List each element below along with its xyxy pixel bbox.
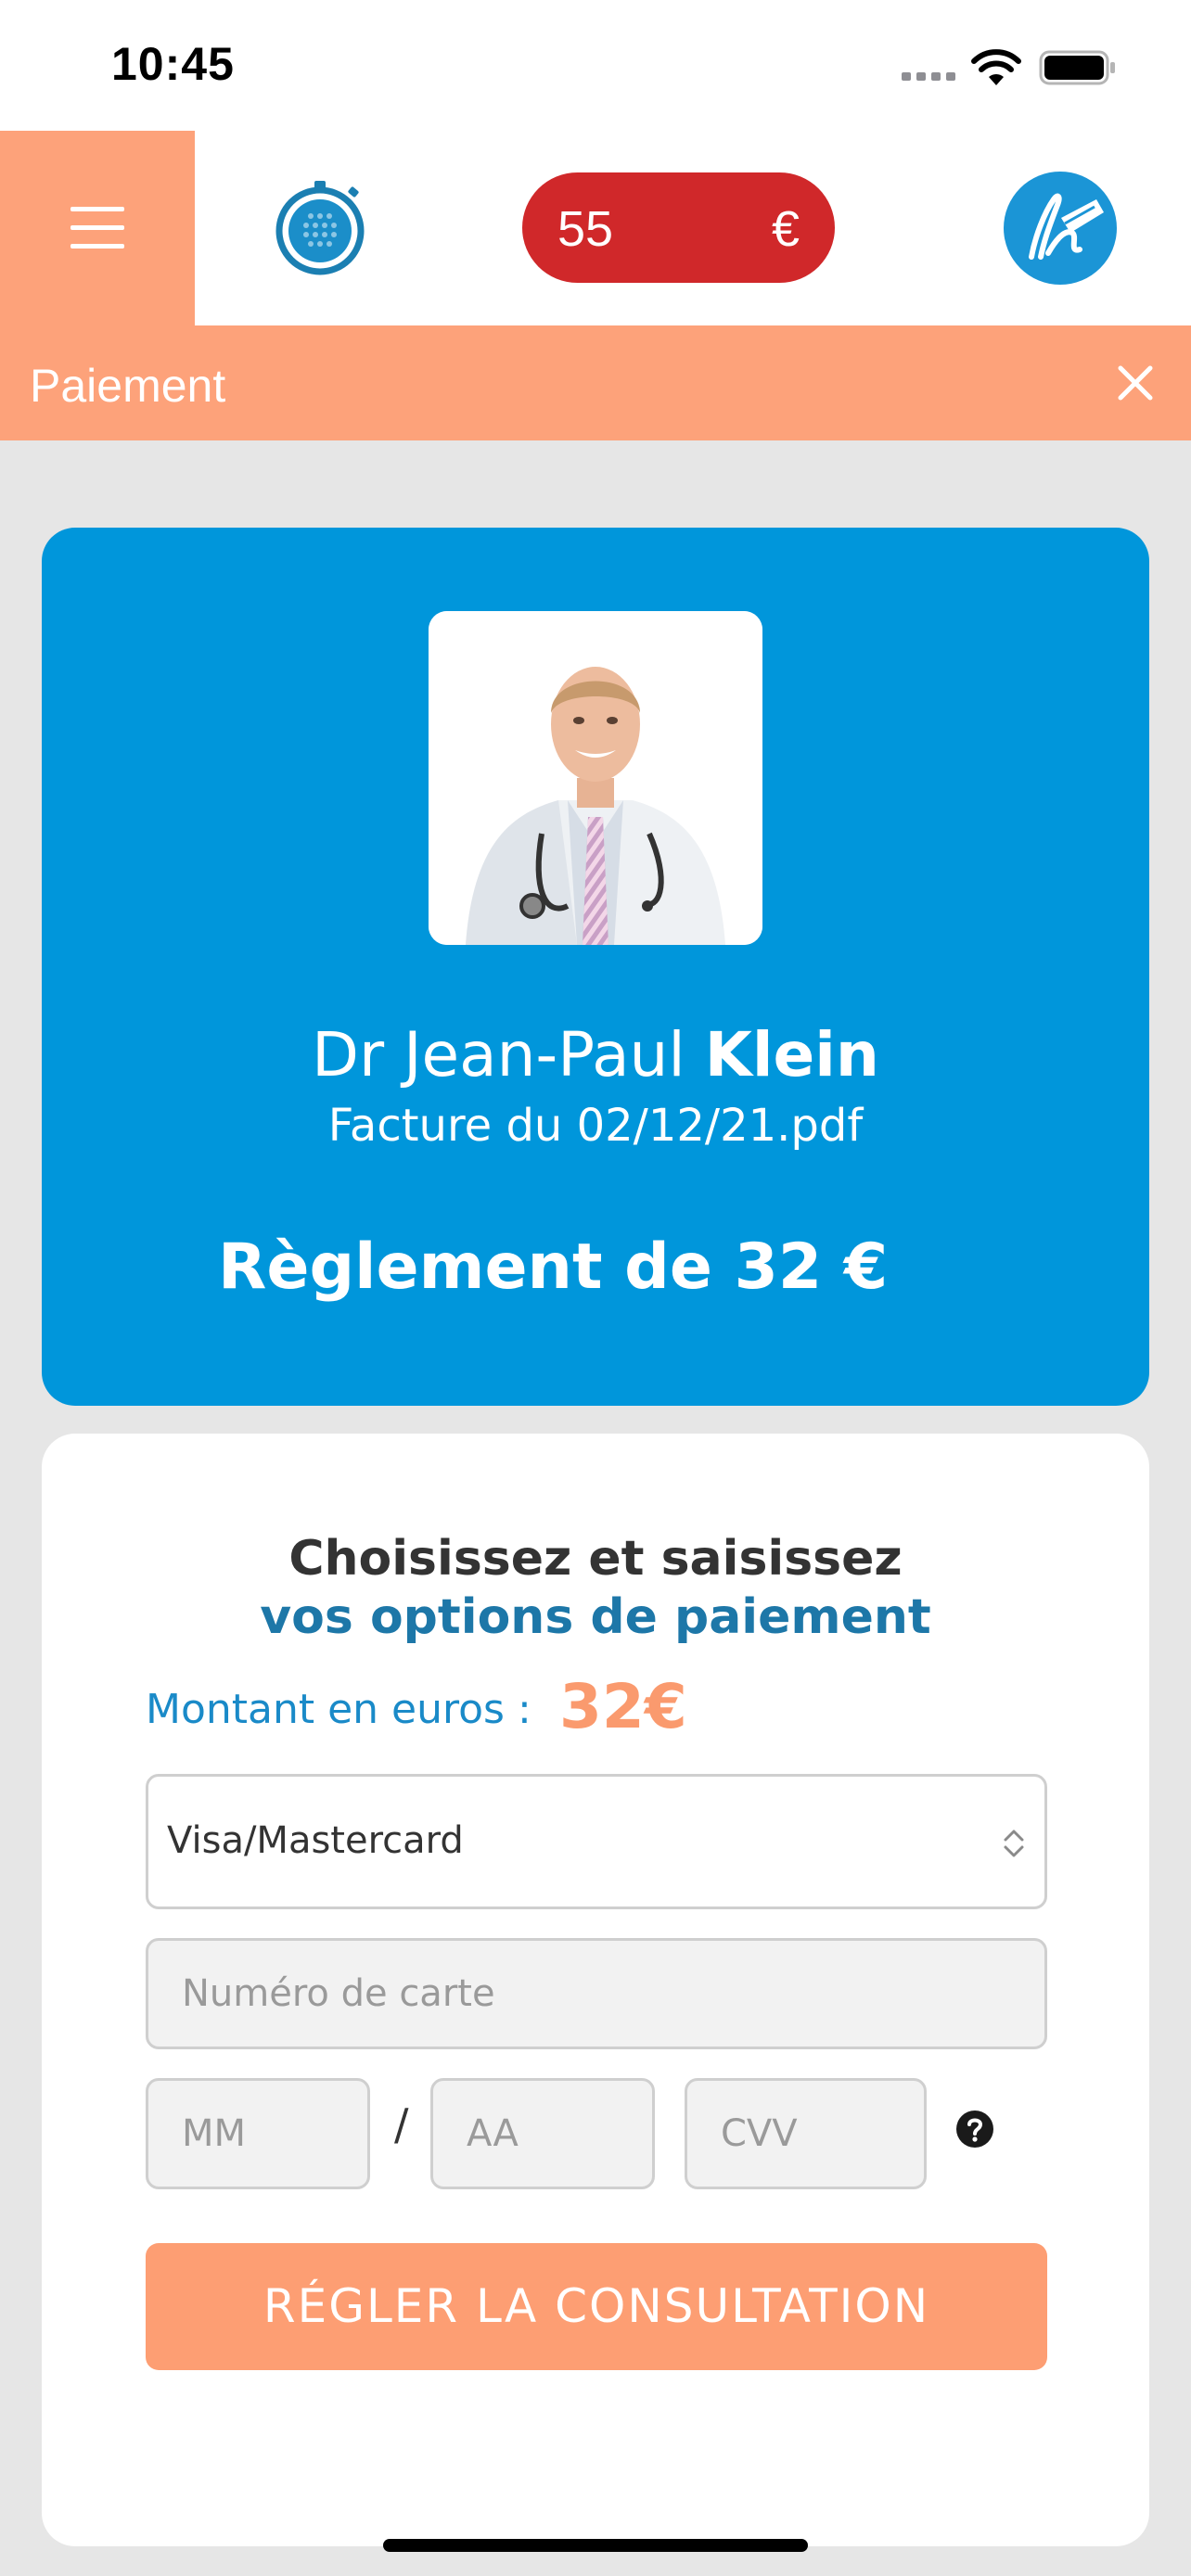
balance-amount: 55 bbox=[557, 201, 614, 257]
doctor-name: Dr Jean-Paul Klein bbox=[42, 1019, 1149, 1090]
doctor-avatar bbox=[429, 611, 762, 945]
home-indicator[interactable] bbox=[383, 2539, 808, 2552]
question-help-icon[interactable] bbox=[955, 2110, 994, 2149]
page-title: Paiement bbox=[30, 360, 226, 412]
signature-logo-icon[interactable] bbox=[1004, 172, 1117, 285]
close-icon[interactable] bbox=[1109, 357, 1161, 409]
balance-currency: € bbox=[771, 201, 800, 257]
doctor-last-name: Klein bbox=[704, 1019, 879, 1090]
cvv-input[interactable]: CVV bbox=[685, 2078, 927, 2189]
card-number-input[interactable]: Numéro de carte bbox=[146, 1938, 1047, 2049]
amount-label: Montant en euros : bbox=[146, 1686, 531, 1733]
card-type-value: Visa/Mastercard bbox=[167, 1819, 464, 1862]
expiry-month-input[interactable]: MM bbox=[146, 2078, 370, 2189]
stopwatch-icon[interactable] bbox=[269, 177, 371, 279]
payment-amount-title: Règlement de 32 € bbox=[218, 1231, 889, 1304]
invoice-link[interactable]: Facture du 02/12/21.pdf bbox=[42, 1100, 1149, 1152]
status-bar: 10:45 bbox=[0, 0, 1191, 131]
card-type-select[interactable]: Visa/Mastercard bbox=[146, 1774, 1047, 1909]
expiry-separator: / bbox=[394, 2099, 409, 2149]
form-heading-line2: vos options de paiement bbox=[260, 1589, 931, 1645]
expiry-year-input[interactable]: AA bbox=[430, 2078, 655, 2189]
balance-badge[interactable]: 55 € bbox=[522, 172, 835, 283]
payment-form-card: Choisissez et saisissez vos options de p… bbox=[42, 1434, 1149, 2546]
doctor-card: Dr Jean-Paul Klein Facture du 02/12/21.p… bbox=[42, 528, 1149, 1406]
amount-value: 32€ bbox=[559, 1671, 687, 1742]
page-title-bar: Paiement bbox=[0, 325, 1191, 440]
cellular-signal-icon bbox=[902, 72, 957, 82]
doctor-first-name: Dr Jean-Paul bbox=[312, 1019, 685, 1090]
battery-icon bbox=[1039, 50, 1115, 85]
menu-button[interactable] bbox=[0, 131, 195, 325]
status-time: 10:45 bbox=[111, 38, 235, 90]
form-heading-line1: Choisissez et saisissez bbox=[288, 1531, 903, 1587]
pay-consultation-button[interactable]: RÉGLER LA CONSULTATION bbox=[146, 2243, 1047, 2370]
wifi-icon bbox=[971, 49, 1021, 85]
app-header: 55 € bbox=[0, 131, 1191, 325]
select-chevron-icon bbox=[1004, 1830, 1024, 1857]
